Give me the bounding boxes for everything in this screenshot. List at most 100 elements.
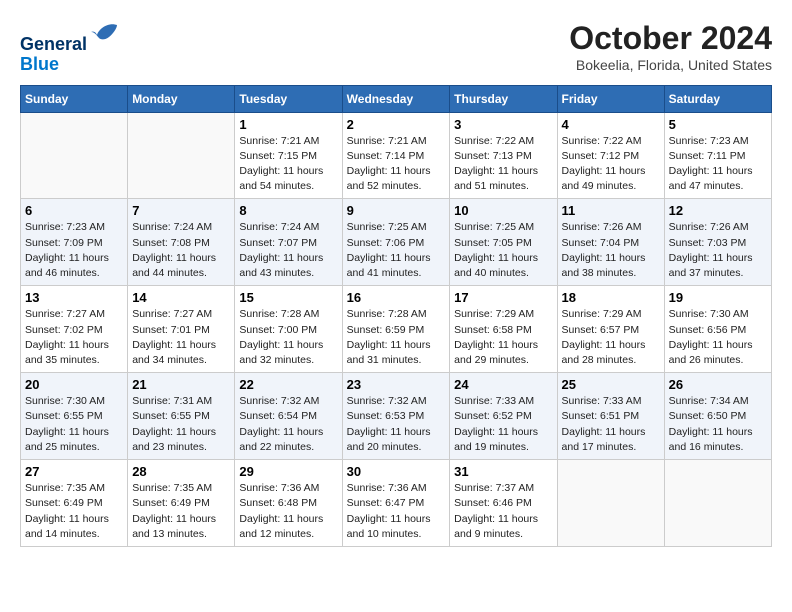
day-detail: Sunrise: 7:22 AMSunset: 7:12 PMDaylight:… <box>562 134 660 195</box>
calendar-cell: 6 Sunrise: 7:23 AMSunset: 7:09 PMDaylight… <box>21 199 128 286</box>
day-number: 16 <box>347 290 446 305</box>
calendar-cell: 28 Sunrise: 7:35 AMSunset: 6:49 PMDayligh… <box>128 460 235 547</box>
day-number: 7 <box>132 203 230 218</box>
calendar-cell: 8 Sunrise: 7:24 AMSunset: 7:07 PMDaylight… <box>235 199 342 286</box>
calendar-cell <box>128 112 235 199</box>
day-detail: Sunrise: 7:30 AMSunset: 6:55 PMDaylight:… <box>25 394 123 455</box>
calendar-cell <box>21 112 128 199</box>
calendar-cell: 31 Sunrise: 7:37 AMSunset: 6:46 PMDayligh… <box>450 460 557 547</box>
month-title: October 2024 <box>569 20 772 57</box>
day-detail: Sunrise: 7:29 AMSunset: 6:58 PMDaylight:… <box>454 307 552 368</box>
calendar-cell: 27Sunrise: 7:35 AMSunset: 6:49 PMDayligh… <box>21 460 128 547</box>
calendar-cell: 5 Sunrise: 7:23 AMSunset: 7:11 PMDaylight… <box>664 112 771 199</box>
day-number: 30 <box>347 464 446 479</box>
calendar-cell: 11Sunrise: 7:26 AMSunset: 7:04 PMDayligh… <box>557 199 664 286</box>
calendar-week-row: 1Sunrise: 7:21 AMSunset: 7:15 PMDaylight… <box>21 112 772 199</box>
title-area: October 2024 Bokeelia, Florida, United S… <box>569 20 772 73</box>
calendar-cell: 20 Sunrise: 7:30 AMSunset: 6:55 PMDayligh… <box>21 373 128 460</box>
day-number: 17 <box>454 290 552 305</box>
day-number: 5 <box>669 117 767 132</box>
day-number: 6 <box>25 203 123 218</box>
calendar-cell: 2Sunrise: 7:21 AMSunset: 7:14 PMDaylight… <box>342 112 450 199</box>
calendar-cell <box>557 460 664 547</box>
day-detail: Sunrise: 7:31 AMSunset: 6:55 PMDaylight:… <box>132 394 230 455</box>
day-number: 8 <box>239 203 337 218</box>
day-detail: Sunrise: 7:26 AMSunset: 7:04 PMDaylight:… <box>562 220 660 281</box>
day-number: 9 <box>347 203 446 218</box>
calendar-cell <box>664 460 771 547</box>
day-detail: Sunrise: 7:27 AMSunset: 7:01 PMDaylight:… <box>132 307 230 368</box>
day-number: 4 <box>562 117 660 132</box>
day-detail: Sunrise: 7:25 AMSunset: 7:05 PMDaylight:… <box>454 220 552 281</box>
logo-bird-icon <box>89 20 119 50</box>
day-number: 20 <box>25 377 123 392</box>
day-detail: Sunrise: 7:34 AMSunset: 6:50 PMDaylight:… <box>669 394 767 455</box>
day-number: 24 <box>454 377 552 392</box>
day-number: 1 <box>239 117 337 132</box>
day-number: 26 <box>669 377 767 392</box>
day-number: 15 <box>239 290 337 305</box>
calendar-cell: 16 Sunrise: 7:28 AMSunset: 6:59 PMDayligh… <box>342 286 450 373</box>
weekday-header-sunday: Sunday <box>21 85 128 112</box>
day-number: 14 <box>132 290 230 305</box>
day-number: 21 <box>132 377 230 392</box>
calendar-cell: 19 Sunrise: 7:30 AMSunset: 6:56 PMDayligh… <box>664 286 771 373</box>
day-detail: Sunrise: 7:36 AMSunset: 6:47 PMDaylight:… <box>347 481 446 542</box>
weekday-header-thursday: Thursday <box>450 85 557 112</box>
calendar-cell: 29 Sunrise: 7:36 AMSunset: 6:48 PMDayligh… <box>235 460 342 547</box>
calendar-cell: 15 Sunrise: 7:28 AMSunset: 7:00 PMDayligh… <box>235 286 342 373</box>
calendar-cell: 26 Sunrise: 7:34 AMSunset: 6:50 PMDayligh… <box>664 373 771 460</box>
weekday-header-wednesday: Wednesday <box>342 85 450 112</box>
day-detail: Sunrise: 7:30 AMSunset: 6:56 PMDaylight:… <box>669 307 767 368</box>
calendar-cell: 17 Sunrise: 7:29 AMSunset: 6:58 PMDayligh… <box>450 286 557 373</box>
calendar-cell: 30 Sunrise: 7:36 AMSunset: 6:47 PMDayligh… <box>342 460 450 547</box>
calendar-cell: 7 Sunrise: 7:24 AMSunset: 7:08 PMDaylight… <box>128 199 235 286</box>
day-number: 23 <box>347 377 446 392</box>
weekday-header-row: SundayMondayTuesdayWednesdayThursdayFrid… <box>21 85 772 112</box>
day-detail: Sunrise: 7:25 AMSunset: 7:06 PMDaylight:… <box>347 220 446 281</box>
logo-blue-text: Blue <box>20 55 119 75</box>
day-number: 28 <box>132 464 230 479</box>
day-detail: Sunrise: 7:36 AMSunset: 6:48 PMDaylight:… <box>239 481 337 542</box>
logo: General Blue <box>20 20 119 75</box>
calendar-cell: 3 Sunrise: 7:22 AMSunset: 7:13 PMDaylight… <box>450 112 557 199</box>
day-number: 10 <box>454 203 552 218</box>
day-detail: Sunrise: 7:22 AMSunset: 7:13 PMDaylight:… <box>454 134 552 195</box>
day-number: 19 <box>669 290 767 305</box>
day-detail: Sunrise: 7:24 AMSunset: 7:08 PMDaylight:… <box>132 220 230 281</box>
day-detail: Sunrise: 7:32 AMSunset: 6:54 PMDaylight:… <box>239 394 337 455</box>
day-detail: Sunrise: 7:28 AMSunset: 6:59 PMDaylight:… <box>347 307 446 368</box>
calendar-cell: 9 Sunrise: 7:25 AMSunset: 7:06 PMDaylight… <box>342 199 450 286</box>
logo-text: General <box>20 20 119 55</box>
calendar-cell: 24 Sunrise: 7:33 AMSunset: 6:52 PMDayligh… <box>450 373 557 460</box>
day-detail: Sunrise: 7:29 AMSunset: 6:57 PMDaylight:… <box>562 307 660 368</box>
day-detail: Sunrise: 7:35 AMSunset: 6:49 PMDaylight:… <box>132 481 230 542</box>
calendar-week-row: 6 Sunrise: 7:23 AMSunset: 7:09 PMDaylight… <box>21 199 772 286</box>
day-detail: Sunrise: 7:27 AMSunset: 7:02 PMDaylight:… <box>25 307 123 368</box>
day-number: 25 <box>562 377 660 392</box>
day-detail: Sunrise: 7:28 AMSunset: 7:00 PMDaylight:… <box>239 307 337 368</box>
day-number: 31 <box>454 464 552 479</box>
day-detail: Sunrise: 7:26 AMSunset: 7:03 PMDaylight:… <box>669 220 767 281</box>
calendar-week-row: 13Sunrise: 7:27 AMSunset: 7:02 PMDayligh… <box>21 286 772 373</box>
day-detail: Sunrise: 7:33 AMSunset: 6:52 PMDaylight:… <box>454 394 552 455</box>
calendar-week-row: 20 Sunrise: 7:30 AMSunset: 6:55 PMDayligh… <box>21 373 772 460</box>
day-detail: Sunrise: 7:23 AMSunset: 7:09 PMDaylight:… <box>25 220 123 281</box>
day-number: 18 <box>562 290 660 305</box>
day-detail: Sunrise: 7:37 AMSunset: 6:46 PMDaylight:… <box>454 481 552 542</box>
day-detail: Sunrise: 7:32 AMSunset: 6:53 PMDaylight:… <box>347 394 446 455</box>
location: Bokeelia, Florida, United States <box>569 57 772 73</box>
calendar-cell: 18 Sunrise: 7:29 AMSunset: 6:57 PMDayligh… <box>557 286 664 373</box>
calendar-cell: 13Sunrise: 7:27 AMSunset: 7:02 PMDayligh… <box>21 286 128 373</box>
day-detail: Sunrise: 7:24 AMSunset: 7:07 PMDaylight:… <box>239 220 337 281</box>
day-number: 27 <box>25 464 123 479</box>
day-detail: Sunrise: 7:21 AMSunset: 7:14 PMDaylight:… <box>347 134 446 195</box>
calendar-cell: 14 Sunrise: 7:27 AMSunset: 7:01 PMDayligh… <box>128 286 235 373</box>
day-number: 29 <box>239 464 337 479</box>
weekday-header-friday: Friday <box>557 85 664 112</box>
day-detail: Sunrise: 7:23 AMSunset: 7:11 PMDaylight:… <box>669 134 767 195</box>
calendar-cell: 4 Sunrise: 7:22 AMSunset: 7:12 PMDaylight… <box>557 112 664 199</box>
calendar-cell: 23 Sunrise: 7:32 AMSunset: 6:53 PMDayligh… <box>342 373 450 460</box>
calendar-cell: 25Sunrise: 7:33 AMSunset: 6:51 PMDayligh… <box>557 373 664 460</box>
day-number: 3 <box>454 117 552 132</box>
